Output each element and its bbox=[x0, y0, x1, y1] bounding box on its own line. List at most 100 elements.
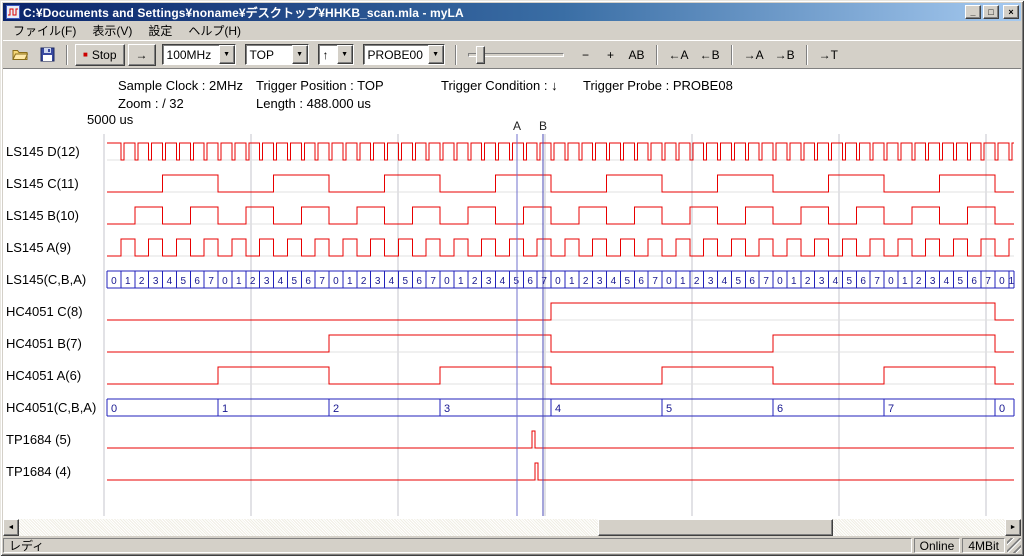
goto-marker-b-left-button[interactable]: ←B bbox=[696, 44, 724, 66]
wave-ls145-d-12 bbox=[107, 143, 1014, 160]
menu-item-settings[interactable]: 設定 bbox=[140, 20, 180, 41]
wave-ls145-b-10 bbox=[107, 207, 1014, 224]
goto-marker-a-left-button[interactable]: ←A bbox=[665, 44, 693, 66]
toolbar-separator bbox=[806, 45, 808, 65]
goto-marker-a-right-button[interactable]: →A bbox=[740, 44, 768, 66]
zoom-in-button[interactable]: + bbox=[600, 44, 622, 66]
wave-ls145-c-b-a-value: 1 bbox=[347, 276, 353, 287]
wave-ls145-c-b-a-value: 7 bbox=[208, 276, 214, 287]
menu-item-view[interactable]: 表示(V) bbox=[84, 20, 140, 41]
wave-ls145-c-b-a-value: 0 bbox=[111, 276, 117, 287]
waveform-plot[interactable]: 0123456701234567012345670123456701234567… bbox=[0, 69, 1024, 519]
scrollbar-thumb[interactable] bbox=[598, 519, 833, 536]
sample-clock-select[interactable]: 100MHz ▼ bbox=[162, 44, 236, 65]
wave-ls145-c-b-a-value: 0 bbox=[777, 276, 783, 287]
ab-span-button[interactable]: AB bbox=[625, 44, 649, 66]
floppy-icon bbox=[40, 47, 55, 62]
menu-item-help[interactable]: ヘルプ(H) bbox=[180, 20, 249, 41]
close-button[interactable]: × bbox=[1003, 5, 1019, 19]
open-folder-icon bbox=[12, 47, 28, 62]
wave-ls145-c-b-a-value: 2 bbox=[361, 276, 367, 287]
trigger-position-select[interactable]: TOP ▼ bbox=[245, 44, 309, 65]
dropdown-arrow-icon[interactable]: ▼ bbox=[428, 45, 444, 64]
scrollbar-track[interactable] bbox=[19, 519, 1005, 536]
wave-hc4051-c-8 bbox=[107, 303, 1014, 320]
dropdown-arrow-icon[interactable]: ▼ bbox=[337, 45, 353, 64]
goto-trigger-button[interactable]: →T bbox=[815, 44, 842, 66]
trigger-edge-select[interactable]: ↑ ▼ bbox=[318, 44, 354, 65]
zoom-slider[interactable] bbox=[468, 44, 564, 66]
run-button[interactable]: → bbox=[128, 44, 156, 66]
wave-ls145-c-b-a-value: 7 bbox=[319, 276, 325, 287]
wave-ls145-c-11 bbox=[107, 175, 1014, 192]
wave-hc4051-a-6 bbox=[107, 367, 1014, 384]
goto-marker-b-right-button[interactable]: →B bbox=[771, 44, 799, 66]
dropdown-arrow-icon[interactable]: ▼ bbox=[292, 45, 308, 64]
toolbar-separator bbox=[455, 45, 457, 65]
wave-ls145-c-b-a-value: 4 bbox=[833, 276, 839, 287]
maximize-button[interactable]: □ bbox=[983, 5, 999, 19]
open-button[interactable] bbox=[8, 44, 32, 66]
wave-hc4051-b-7 bbox=[107, 335, 1014, 352]
wave-ls145-c-b-a-value: 1 bbox=[458, 276, 464, 287]
wave-ls145-c-b-a-value: 7 bbox=[985, 276, 991, 287]
sample-clock-value: 100MHz bbox=[163, 45, 219, 64]
resize-grip[interactable] bbox=[1007, 538, 1021, 553]
wave-ls145-c-b-a-value: 4 bbox=[611, 276, 617, 287]
stop-icon: ■ bbox=[83, 51, 88, 59]
wave-ls145-c-b-a-value: 0 bbox=[222, 276, 228, 287]
wave-ls145-c-b-a-value: 1 bbox=[125, 276, 131, 287]
trigger-edge-value: ↑ bbox=[319, 45, 337, 64]
wave-ls145-c-b-a-value: 4 bbox=[722, 276, 728, 287]
wave-tp1684-4 bbox=[107, 463, 1014, 480]
wave-hc4051-c-b-a-value: 5 bbox=[666, 403, 672, 415]
toolbar: ■ Stop → 100MHz ▼ TOP ▼ ↑ ▼ PROBE00 ▼ − … bbox=[3, 40, 1021, 69]
wave-ls145-c-b-a-value: 6 bbox=[638, 276, 644, 287]
wave-ls145-c-b-a-value: 1 bbox=[680, 276, 686, 287]
wave-tp1684-5 bbox=[107, 431, 1014, 448]
wave-ls145-c-b-a-value: 2 bbox=[472, 276, 478, 287]
wave-ls145-c-b-a-value: 6 bbox=[194, 276, 200, 287]
wave-ls145-c-b-a-value: 4 bbox=[944, 276, 950, 287]
zoom-slider-thumb[interactable] bbox=[476, 46, 485, 64]
scroll-right-icon[interactable]: ► bbox=[1005, 519, 1021, 536]
wave-ls145-c-b-a-value: 4 bbox=[278, 276, 284, 287]
status-online: Online bbox=[914, 538, 961, 553]
menu-item-file[interactable]: ファイル(F) bbox=[5, 20, 84, 41]
wave-hc4051-c-b-a-value: 6 bbox=[777, 403, 783, 415]
wave-ls145-c-b-a-value: 1 bbox=[902, 276, 908, 287]
marker-a-label: A bbox=[513, 119, 521, 133]
zoom-out-button[interactable]: − bbox=[575, 44, 597, 66]
wave-hc4051-c-b-a-value: 4 bbox=[555, 403, 561, 415]
wave-ls145-c-b-a-value: 5 bbox=[958, 276, 964, 287]
wave-ls145-c-b-a-value: 7 bbox=[874, 276, 880, 287]
wave-ls145-c-b-a-value: 4 bbox=[167, 276, 173, 287]
run-arrow-icon: → bbox=[136, 48, 148, 62]
wave-ls145-c-b-a-value: 2 bbox=[805, 276, 811, 287]
wave-ls145-a-9 bbox=[107, 239, 1014, 256]
app-window: C:¥Documents and Settings¥noname¥デスクトップ¥… bbox=[0, 0, 1024, 556]
dropdown-arrow-icon[interactable]: ▼ bbox=[219, 45, 235, 64]
save-button[interactable] bbox=[35, 44, 59, 66]
wave-ls145-c-b-a-value: 3 bbox=[264, 276, 270, 287]
horizontal-scrollbar[interactable]: ◄ ► bbox=[3, 519, 1021, 536]
titlebar[interactable]: C:¥Documents and Settings¥noname¥デスクトップ¥… bbox=[3, 3, 1021, 21]
status-ready: レディ bbox=[3, 538, 912, 553]
trigger-position-value: TOP bbox=[246, 45, 292, 64]
wave-ls145-c-b-a-value: 3 bbox=[930, 276, 936, 287]
scroll-left-icon[interactable]: ◄ bbox=[3, 519, 19, 536]
wave-ls145-c-b-a-value: 7 bbox=[652, 276, 658, 287]
statusbar: レディ Online 4MBit bbox=[3, 536, 1021, 553]
trigger-probe-value: PROBE00 bbox=[364, 45, 428, 64]
wave-ls145-c-b-a-value: 0 bbox=[444, 276, 450, 287]
minimize-button[interactable]: _ bbox=[965, 5, 981, 19]
stop-button[interactable]: ■ Stop bbox=[75, 44, 125, 66]
wave-ls145-c-b-a-value: 2 bbox=[916, 276, 922, 287]
trigger-probe-select[interactable]: PROBE00 ▼ bbox=[363, 44, 445, 65]
toolbar-separator bbox=[656, 45, 658, 65]
wave-ls145-c-b-a-value: 2 bbox=[139, 276, 145, 287]
wave-ls145-c-b-a-value: 1 bbox=[791, 276, 797, 287]
wave-hc4051-c-b-a-value: 0 bbox=[111, 403, 117, 415]
wave-ls145-c-b-a-value: 4 bbox=[500, 276, 506, 287]
wave-ls145-c-b-a-value: 2 bbox=[694, 276, 700, 287]
